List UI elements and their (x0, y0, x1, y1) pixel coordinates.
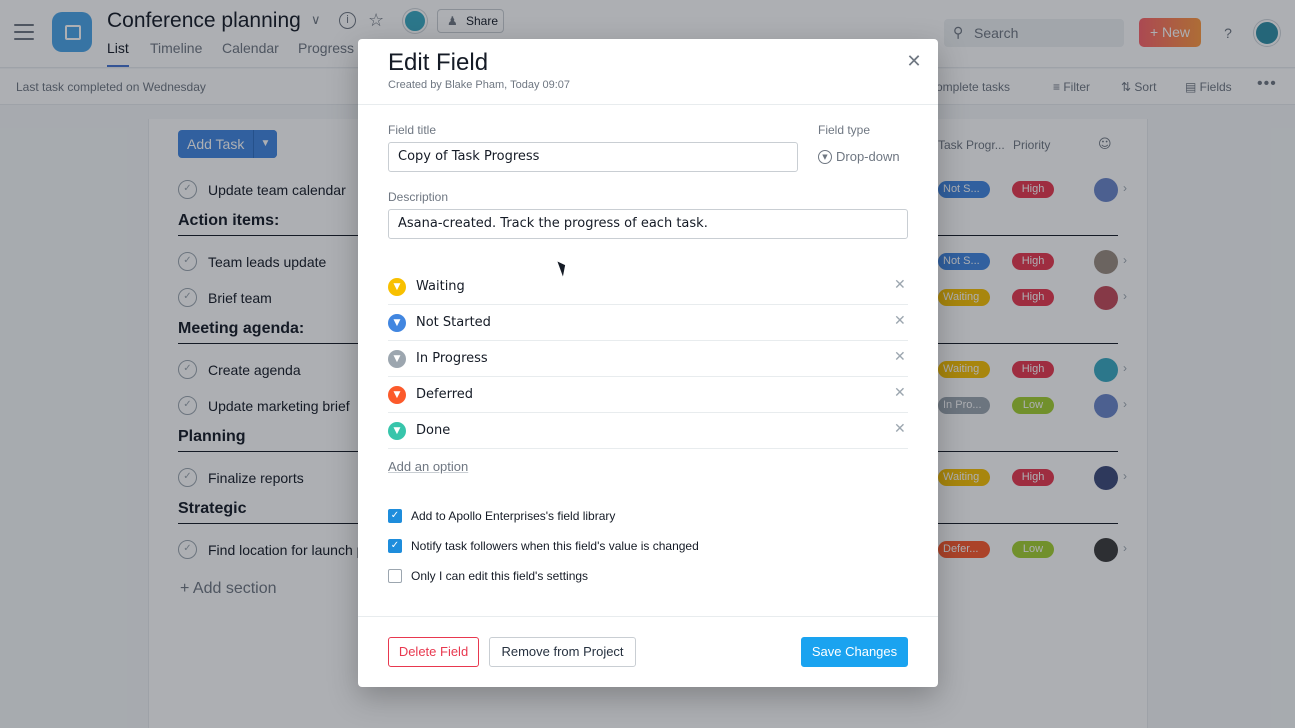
checkbox-label[interactable]: Notify task followers when this field's … (411, 539, 699, 553)
field-title-label: Field title (388, 123, 437, 137)
description-label: Description (388, 190, 449, 204)
checkbox[interactable]: ✓ (388, 539, 402, 553)
add-option-link[interactable]: Add an option (388, 459, 468, 474)
dropdown-option[interactable]: ▼ Waiting ✕ (388, 269, 908, 305)
option-label[interactable]: In Progress (416, 351, 488, 366)
dropdown-icon: ▼ (818, 150, 832, 164)
option-label[interactable]: Deferred (416, 387, 473, 402)
dropdown-option[interactable]: ▼ Deferred ✕ (388, 377, 908, 413)
chevron-down-icon[interactable]: ▼ (388, 278, 406, 296)
option-label[interactable]: Done (416, 423, 450, 438)
close-icon[interactable]: ✕ (904, 52, 924, 72)
checkbox[interactable]: ✓ (388, 509, 402, 523)
save-changes-button[interactable]: Save Changes (801, 637, 908, 667)
dialog-title: Edit Field (388, 49, 489, 76)
remove-option-icon[interactable]: ✕ (894, 277, 906, 293)
remove-option-icon[interactable]: ✕ (894, 421, 906, 437)
delete-field-button[interactable]: Delete Field (388, 637, 479, 667)
field-title-input[interactable]: Copy of Task Progress (388, 142, 798, 172)
dialog-subtitle: Created by Blake Pham, Today 09:07 (388, 79, 571, 91)
chevron-down-icon[interactable]: ▼ (388, 314, 406, 332)
checkbox[interactable] (388, 569, 402, 583)
remove-option-icon[interactable]: ✕ (894, 385, 906, 401)
description-input[interactable]: Asana-created. Track the progress of eac… (388, 209, 908, 239)
dropdown-option[interactable]: ▼ In Progress ✕ (388, 341, 908, 377)
field-type-text: Drop-down (836, 149, 900, 164)
checkbox-label[interactable]: Only I can edit this field's settings (411, 569, 588, 583)
divider (358, 104, 938, 105)
divider (358, 616, 938, 617)
field-type-value: ▼ Drop-down (818, 149, 900, 164)
field-type-label: Field type (818, 123, 871, 137)
remove-option-icon[interactable]: ✕ (894, 349, 906, 365)
chevron-down-icon[interactable]: ▼ (388, 386, 406, 404)
option-label[interactable]: Waiting (416, 279, 465, 294)
dropdown-option[interactable]: ▼ Done ✕ (388, 413, 908, 449)
dropdown-option[interactable]: ▼ Not Started ✕ (388, 305, 908, 341)
remove-from-project-button[interactable]: Remove from Project (489, 637, 636, 667)
chevron-down-icon[interactable]: ▼ (388, 422, 406, 440)
option-label[interactable]: Not Started (416, 315, 491, 330)
checkbox-label[interactable]: Add to Apollo Enterprises's field librar… (411, 509, 615, 523)
chevron-down-icon[interactable]: ▼ (388, 350, 406, 368)
remove-option-icon[interactable]: ✕ (894, 313, 906, 329)
edit-field-dialog: Edit Field Created by Blake Pham, Today … (358, 39, 938, 687)
